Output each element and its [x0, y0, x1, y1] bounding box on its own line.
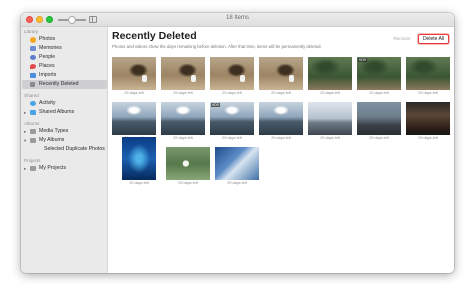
photo-image: [112, 102, 156, 135]
days-left-caption: 29 days left: [173, 91, 193, 95]
sidebar-section-library: Library: [24, 29, 39, 34]
days-left-caption: 29 days left: [222, 91, 242, 95]
hdr-badge: HDR: [211, 103, 220, 107]
window-title: 18 Items: [225, 15, 249, 21]
sidebar-item-photos[interactable]: Photos: [22, 35, 107, 44]
sidebar-item-my-projects[interactable]: ▸ My Projects: [22, 164, 107, 173]
days-left-caption: 29 days left: [173, 136, 193, 140]
photo-image: [161, 102, 205, 135]
photo-image: [112, 57, 156, 90]
days-left-caption: 29 days left: [369, 91, 389, 95]
sidebar-section-projects: Projects: [24, 158, 41, 163]
sidebar-item-label: Selected Duplicate Photos: [44, 146, 105, 152]
activity-icon: [30, 101, 36, 106]
photo-image: [357, 102, 401, 135]
sidebar-item-people[interactable]: People: [22, 53, 107, 62]
title-bar: 18 Items: [21, 13, 454, 27]
sidebar-item-label: Media Types: [39, 128, 69, 134]
sidebar: Library Photos Memories People Places Im…: [21, 27, 108, 273]
person-figure: [289, 75, 294, 82]
sidebar-item-my-albums[interactable]: ▾ My Albums: [22, 136, 107, 145]
days-left-caption: 29 days left: [320, 91, 340, 95]
main-content: Recently Deleted Photos and videos show …: [108, 27, 454, 273]
photo-image: [166, 147, 210, 180]
photos-icon: [30, 36, 36, 43]
photo-image: HDR: [210, 102, 254, 135]
sidebar-item-label: My Projects: [39, 165, 67, 171]
days-left-caption: 29 days left: [124, 91, 144, 95]
photo-image: [308, 57, 352, 90]
sidebar-item-label: Photos: [39, 36, 56, 42]
photo-image: [259, 57, 303, 90]
photos-window: 18 Items Library Photos Memories People …: [21, 13, 454, 273]
imports-icon: [30, 73, 36, 78]
memories-icon: [30, 46, 36, 51]
disclosure-triangle-icon[interactable]: ▸: [24, 127, 26, 136]
days-left-caption: 29 days left: [227, 181, 247, 185]
days-left-caption: 29 days left: [418, 136, 438, 140]
hdr-badge: HDR: [358, 58, 367, 62]
days-left-caption: 29 days left: [369, 136, 389, 140]
photo-image: HDR: [357, 57, 401, 90]
sidebar-item-media-types[interactable]: ▸ Media Types: [22, 127, 107, 136]
folder-icon: [30, 129, 36, 134]
recover-button[interactable]: Recover: [388, 35, 416, 43]
sidebar-item-label: Activity: [39, 100, 56, 106]
days-left-caption: 29 days left: [320, 136, 340, 140]
sidebar-item-label: Imports: [39, 72, 57, 78]
sidebar-section-shared: Shared: [24, 93, 39, 98]
sidebar-item-places[interactable]: Places: [22, 62, 107, 71]
photo-image: [210, 57, 254, 90]
photo-image: [215, 147, 259, 180]
sidebar-item-selected-duplicate-photos[interactable]: Selected Duplicate Photos: [22, 145, 107, 154]
sidebar-item-label: My Albums: [39, 137, 65, 143]
people-icon: [30, 55, 36, 60]
sidebar-item-label: People: [39, 54, 56, 60]
trash-icon: [30, 82, 35, 87]
shared-albums-icon: [30, 110, 36, 115]
days-left-caption: 29 days left: [222, 136, 242, 140]
sidebar-item-memories[interactable]: Memories: [22, 44, 107, 53]
sidebar-section-albums: Albums: [24, 121, 40, 126]
photo-image: [122, 137, 156, 180]
page-title: Recently Deleted: [112, 30, 197, 42]
person-figure: [240, 75, 245, 82]
sidebar-item-imports[interactable]: Imports: [22, 71, 107, 80]
folder-icon: [30, 138, 36, 143]
days-left-caption: 29 days left: [418, 91, 438, 95]
page-subtitle: Photos and videos show the days remainin…: [112, 44, 322, 49]
photo-image: [308, 102, 352, 135]
sidebar-item-label: Places: [39, 63, 55, 69]
folder-icon: [30, 166, 36, 171]
days-left-caption: 29 days left: [271, 136, 291, 140]
days-left-caption: 29 days left: [129, 181, 149, 185]
disclosure-triangle-icon[interactable]: ▸: [24, 164, 26, 173]
person-figure: [142, 75, 147, 82]
photo-image: [406, 57, 450, 90]
delete-all-button[interactable]: Delete All: [418, 34, 449, 44]
sidebar-item-shared-albums[interactable]: ▸ Shared Albums: [22, 108, 107, 117]
places-icon: [30, 64, 36, 69]
disclosure-triangle-icon[interactable]: ▸: [24, 108, 26, 117]
photo-image: [161, 57, 205, 90]
sidebar-item-label: Memories: [39, 45, 62, 51]
photo-image: [259, 102, 303, 135]
person-figure: [191, 75, 196, 82]
days-left-caption: 29 days left: [271, 91, 291, 95]
disclosure-triangle-icon[interactable]: ▾: [24, 136, 26, 145]
sidebar-item-activity[interactable]: Activity: [22, 99, 107, 108]
days-left-caption: 29 days left: [178, 181, 198, 185]
sidebar-item-recently-deleted[interactable]: Recently Deleted: [22, 80, 107, 89]
sidebar-item-label: Recently Deleted: [39, 81, 79, 87]
sidebar-item-label: Shared Albums: [39, 109, 75, 115]
photo-image: [406, 102, 450, 135]
